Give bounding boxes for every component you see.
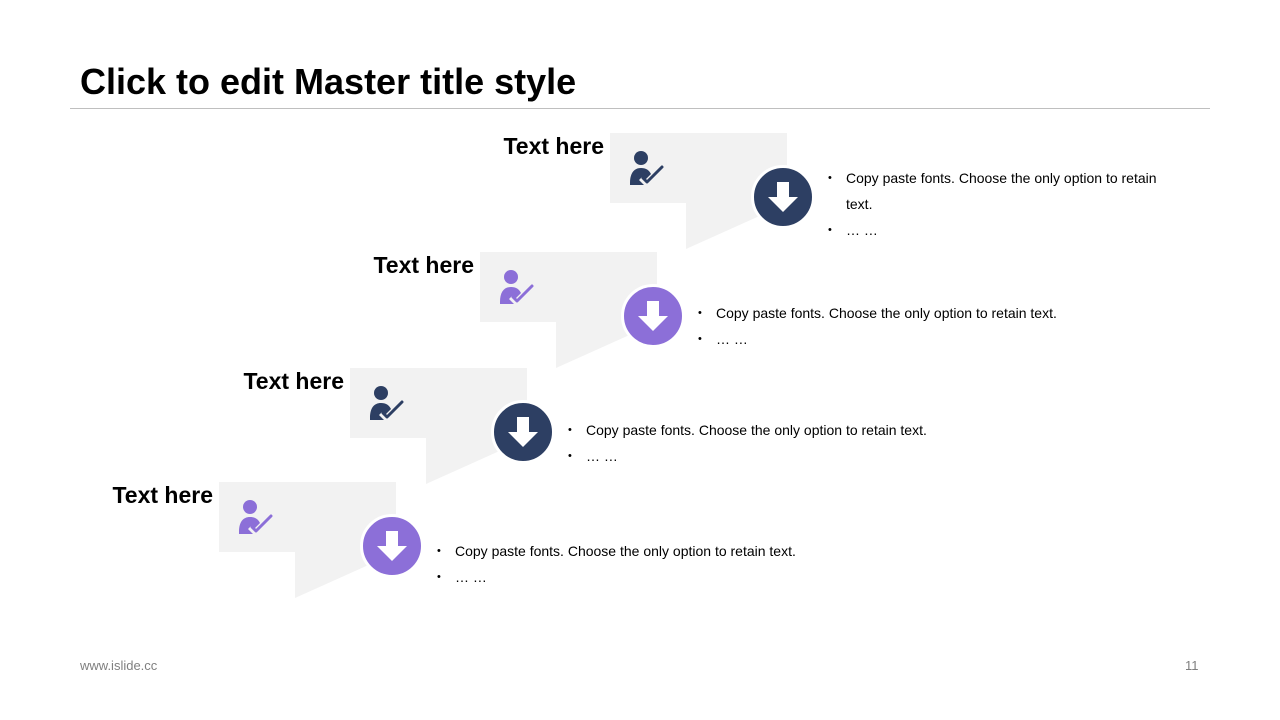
step-1-bullet-2: … …: [828, 217, 1173, 243]
step-4-bullet-2: … …: [437, 564, 857, 590]
step-4-bullet-1: Copy paste fonts. Choose the only option…: [437, 538, 857, 564]
step-2-bullet-1: Copy paste fonts. Choose the only option…: [698, 300, 1118, 326]
step-3-bullet-1: Copy paste fonts. Choose the only option…: [568, 417, 988, 443]
arrow-down-icon: [508, 417, 538, 447]
step-3-bullet-2: … …: [568, 443, 988, 469]
title-divider: [70, 108, 1210, 109]
step-3-arrow-button: [491, 400, 555, 464]
step-1-arrow-button: [751, 165, 815, 229]
slide-title: Click to edit Master title style: [80, 61, 577, 102]
person-check-icon: [239, 500, 273, 534]
page-number: 11: [1185, 658, 1199, 673]
step-4-arrow-button: [360, 514, 424, 578]
arrow-down-icon: [638, 301, 668, 331]
person-check-icon: [500, 270, 534, 304]
step-1-bullets: Copy paste fonts. Choose the only option…: [828, 165, 1173, 243]
footer-url: www.islide.cc: [80, 658, 158, 673]
step-1-bullet-1: Copy paste fonts. Choose the only option…: [828, 165, 1173, 217]
step-3-bullets: Copy paste fonts. Choose the only option…: [568, 417, 988, 469]
step-4-bullets: Copy paste fonts. Choose the only option…: [437, 538, 857, 590]
arrow-down-icon: [768, 182, 798, 212]
step-2-arrow-button: [621, 284, 685, 348]
person-check-icon: [370, 386, 404, 420]
step-2-bullets: Copy paste fonts. Choose the only option…: [698, 300, 1118, 352]
step-2-bullet-2: … …: [698, 326, 1118, 352]
step-1-heading: Text here: [503, 133, 604, 159]
person-check-icon: [630, 151, 664, 185]
step-4: Text here Copy paste fonts. Choose the o…: [112, 482, 939, 622]
step-3-heading: Text here: [243, 368, 344, 394]
step-4-heading: Text here: [112, 482, 213, 508]
arrow-down-icon: [377, 531, 407, 561]
step-2-heading: Text here: [373, 252, 474, 278]
